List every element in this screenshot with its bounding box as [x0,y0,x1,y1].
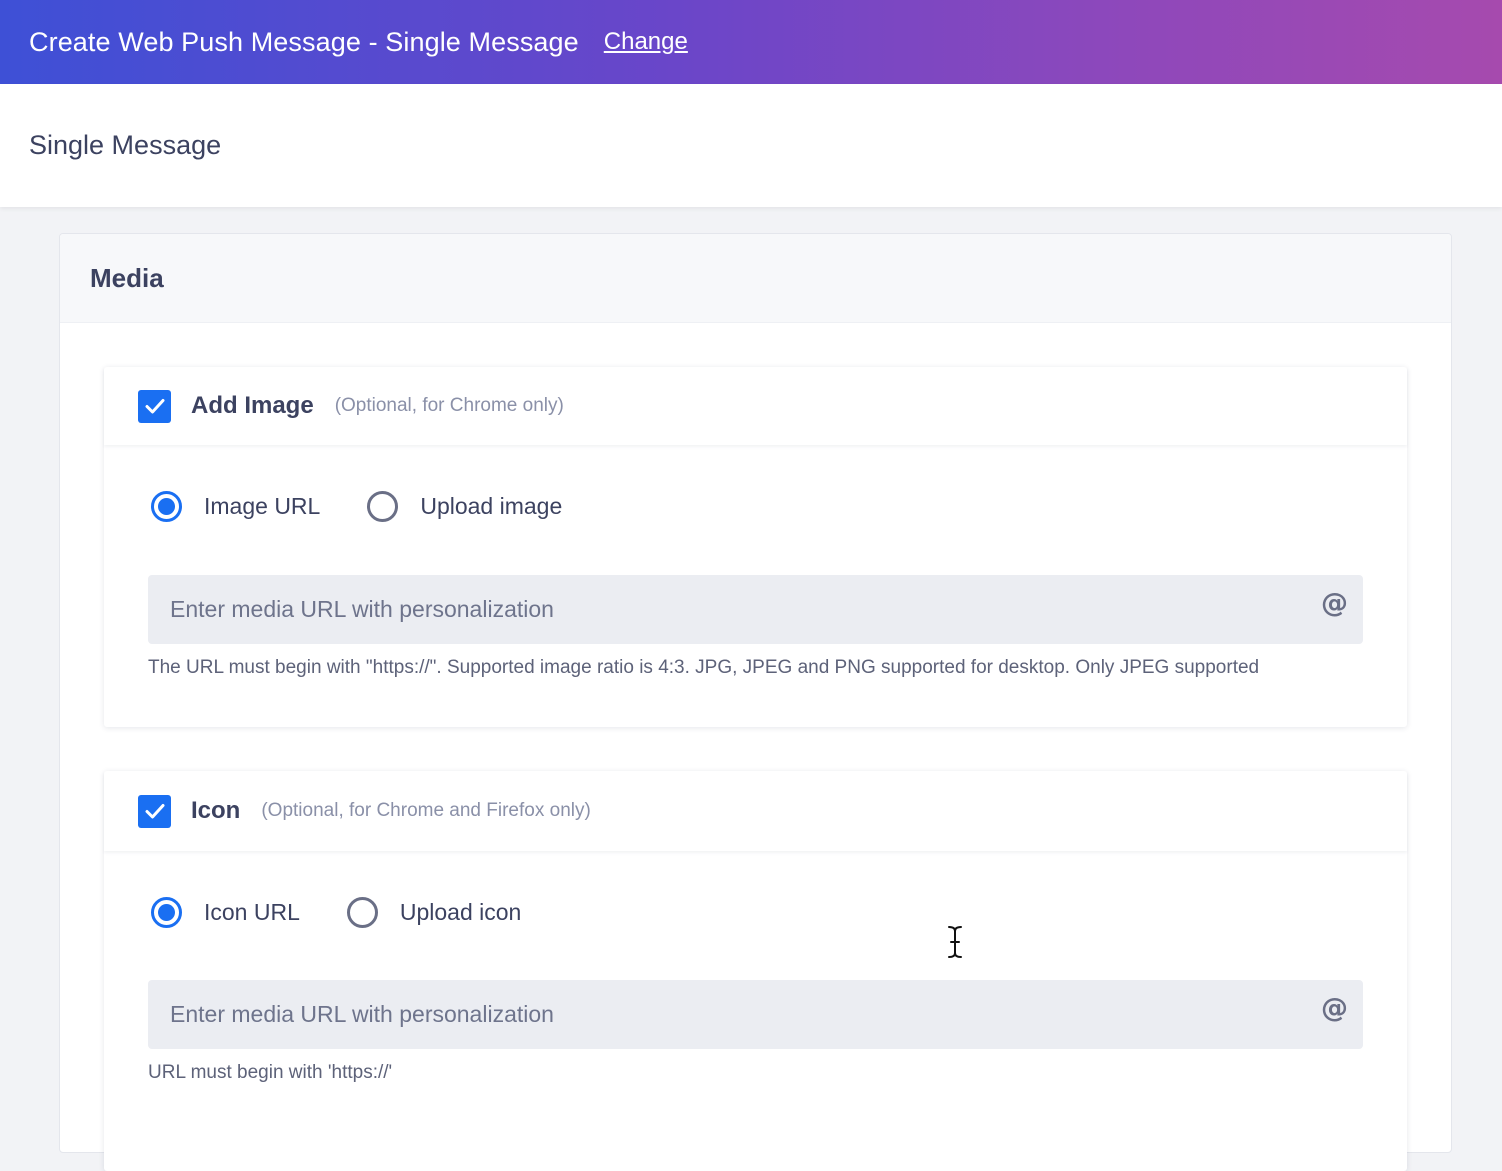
radio-selected-dot [158,904,175,921]
media-title: Media [90,262,164,293]
page-title: Create Web Push Message - Single Message [29,26,579,57]
checkmark-icon [145,399,164,414]
add-image-panel-header: Add Image (Optional, for Chrome only) [104,367,1407,445]
media-card: Media Add Image (Optional, for Chrome on… [59,233,1452,1171]
change-link[interactable]: Change [604,28,688,56]
sub-header: Single Message [0,84,1502,207]
personalization-at-icon[interactable]: @ [1321,993,1348,1024]
add-image-checkbox[interactable] [138,389,171,423]
icon-url-radio[interactable] [151,897,182,928]
top-bar: Create Web Push Message - Single Message… [0,0,1502,84]
upload-image-radio[interactable] [367,491,399,522]
image-url-radio-option[interactable]: Image URL [151,491,320,522]
icon-url-helper-text: URL must begin with 'https://' [148,1062,393,1083]
add-image-title: Add Image [191,392,314,419]
text-cursor-icon [948,926,962,958]
image-url-helper-text: The URL must begin with "https://". Supp… [148,657,1260,678]
message-type-title: Single Message [29,130,222,160]
add-image-hint: (Optional, for Chrome only) [334,395,564,416]
checkmark-icon [145,804,164,819]
image-url-input[interactable] [148,575,1363,644]
icon-title: Icon [191,797,241,824]
icon-panel: Icon (Optional, for Chrome and Firefox o… [104,771,1407,1171]
image-url-label: Image URL [204,493,321,519]
upload-image-radio-option[interactable]: Upload image [367,491,562,522]
image-source-radio-group: Image URL Upload image [151,491,562,522]
add-image-panel: Add Image (Optional, for Chrome only) Im… [104,367,1407,727]
upload-image-label: Upload image [420,493,563,519]
personalization-at-icon[interactable]: @ [1321,588,1348,619]
icon-checkbox[interactable] [138,794,171,828]
image-url-radio[interactable] [151,491,182,522]
icon-url-radio-option[interactable]: Icon URL [151,897,300,928]
icon-hint: (Optional, for Chrome and Firefox only) [261,800,591,821]
upload-icon-radio-option[interactable]: Upload icon [346,897,522,928]
icon-url-label: Icon URL [204,899,300,925]
upload-icon-radio[interactable] [346,897,378,928]
radio-selected-dot [158,498,175,515]
media-card-header: Media [60,234,1451,323]
upload-icon-label: Upload icon [399,899,522,925]
icon-panel-header: Icon (Optional, for Chrome and Firefox o… [104,771,1407,851]
icon-source-radio-group: Icon URL Upload icon [151,897,521,928]
icon-url-input[interactable] [148,980,1363,1049]
